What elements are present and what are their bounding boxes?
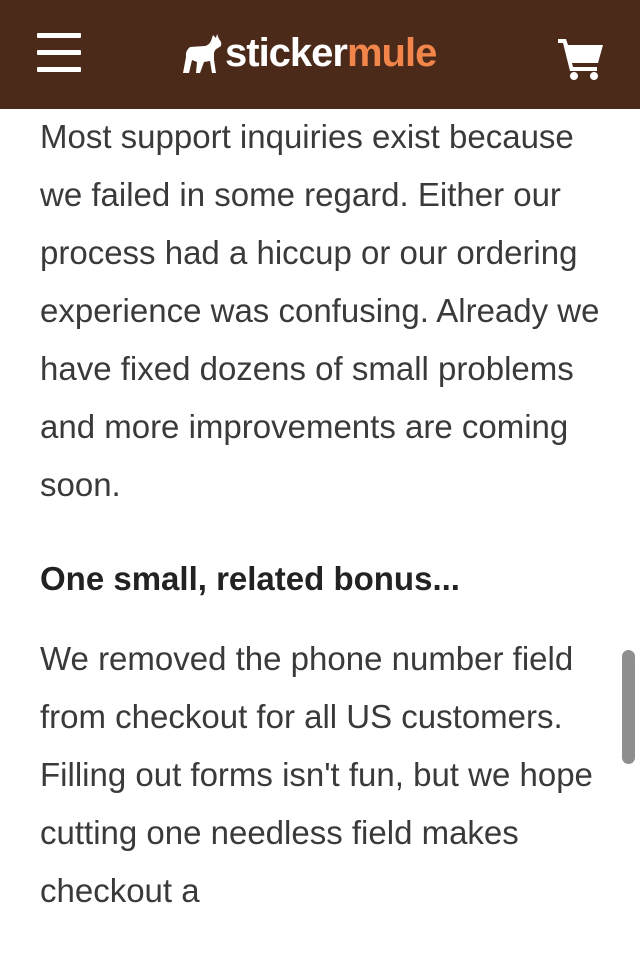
stickermule-logo[interactable]: stickermule [181,27,437,79]
top-navigation-bar: stickermule [0,0,640,109]
logo-word-sticker: sticker [225,31,348,75]
logo-word-mule: mule [346,31,437,75]
section-heading: One small, related bonus... [40,560,460,597]
article-content: Most support inquiries exist because we … [40,109,610,920]
page: stickermule Most support inquiries exist… [0,0,640,959]
shopping-cart-icon[interactable] [557,36,605,80]
scrollbar-thumb[interactable] [622,650,635,764]
logo-text: stickermule [225,27,437,79]
article-paragraph: Most support inquiries exist because we … [40,118,600,503]
mule-icon [183,34,222,73]
article-paragraph: We removed the phone number field from c… [40,640,593,909]
hamburger-menu-icon[interactable] [37,33,81,73]
